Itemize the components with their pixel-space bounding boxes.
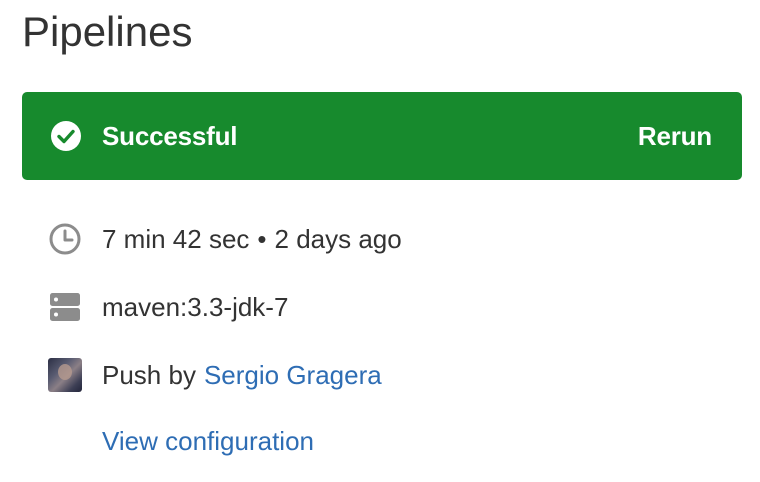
status-banner: Successful Rerun <box>22 92 742 180</box>
time-ago-text: 2 days ago <box>274 223 402 254</box>
server-icon <box>48 290 82 324</box>
avatar[interactable] <box>48 358 82 392</box>
separator-dot: • <box>257 223 267 254</box>
status-label: Successful <box>102 120 238 151</box>
duration-row: 7 min 42 sec • 2 days ago <box>48 222 402 256</box>
push-prefix-text: Push by <box>102 359 196 390</box>
clock-icon <box>48 222 82 256</box>
pipeline-result-page: Pipelines Successful Rerun 7 min 42 sec … <box>0 0 760 482</box>
page-title: Pipelines <box>22 8 193 55</box>
duration-text: 7 min 42 sec <box>102 223 250 254</box>
user-avatar-image <box>48 358 82 392</box>
config-row: View configuration <box>102 426 314 457</box>
check-circle-icon <box>50 120 82 152</box>
author-link[interactable]: Sergio Gragera <box>204 360 382 391</box>
docker-image-text: maven:3.3-jdk-7 <box>102 291 289 322</box>
rerun-button[interactable]: Rerun <box>638 121 712 152</box>
push-row: Push by Sergio Gragera <box>48 358 382 392</box>
view-configuration-link[interactable]: View configuration <box>102 426 314 457</box>
image-row: maven:3.3-jdk-7 <box>48 290 288 324</box>
